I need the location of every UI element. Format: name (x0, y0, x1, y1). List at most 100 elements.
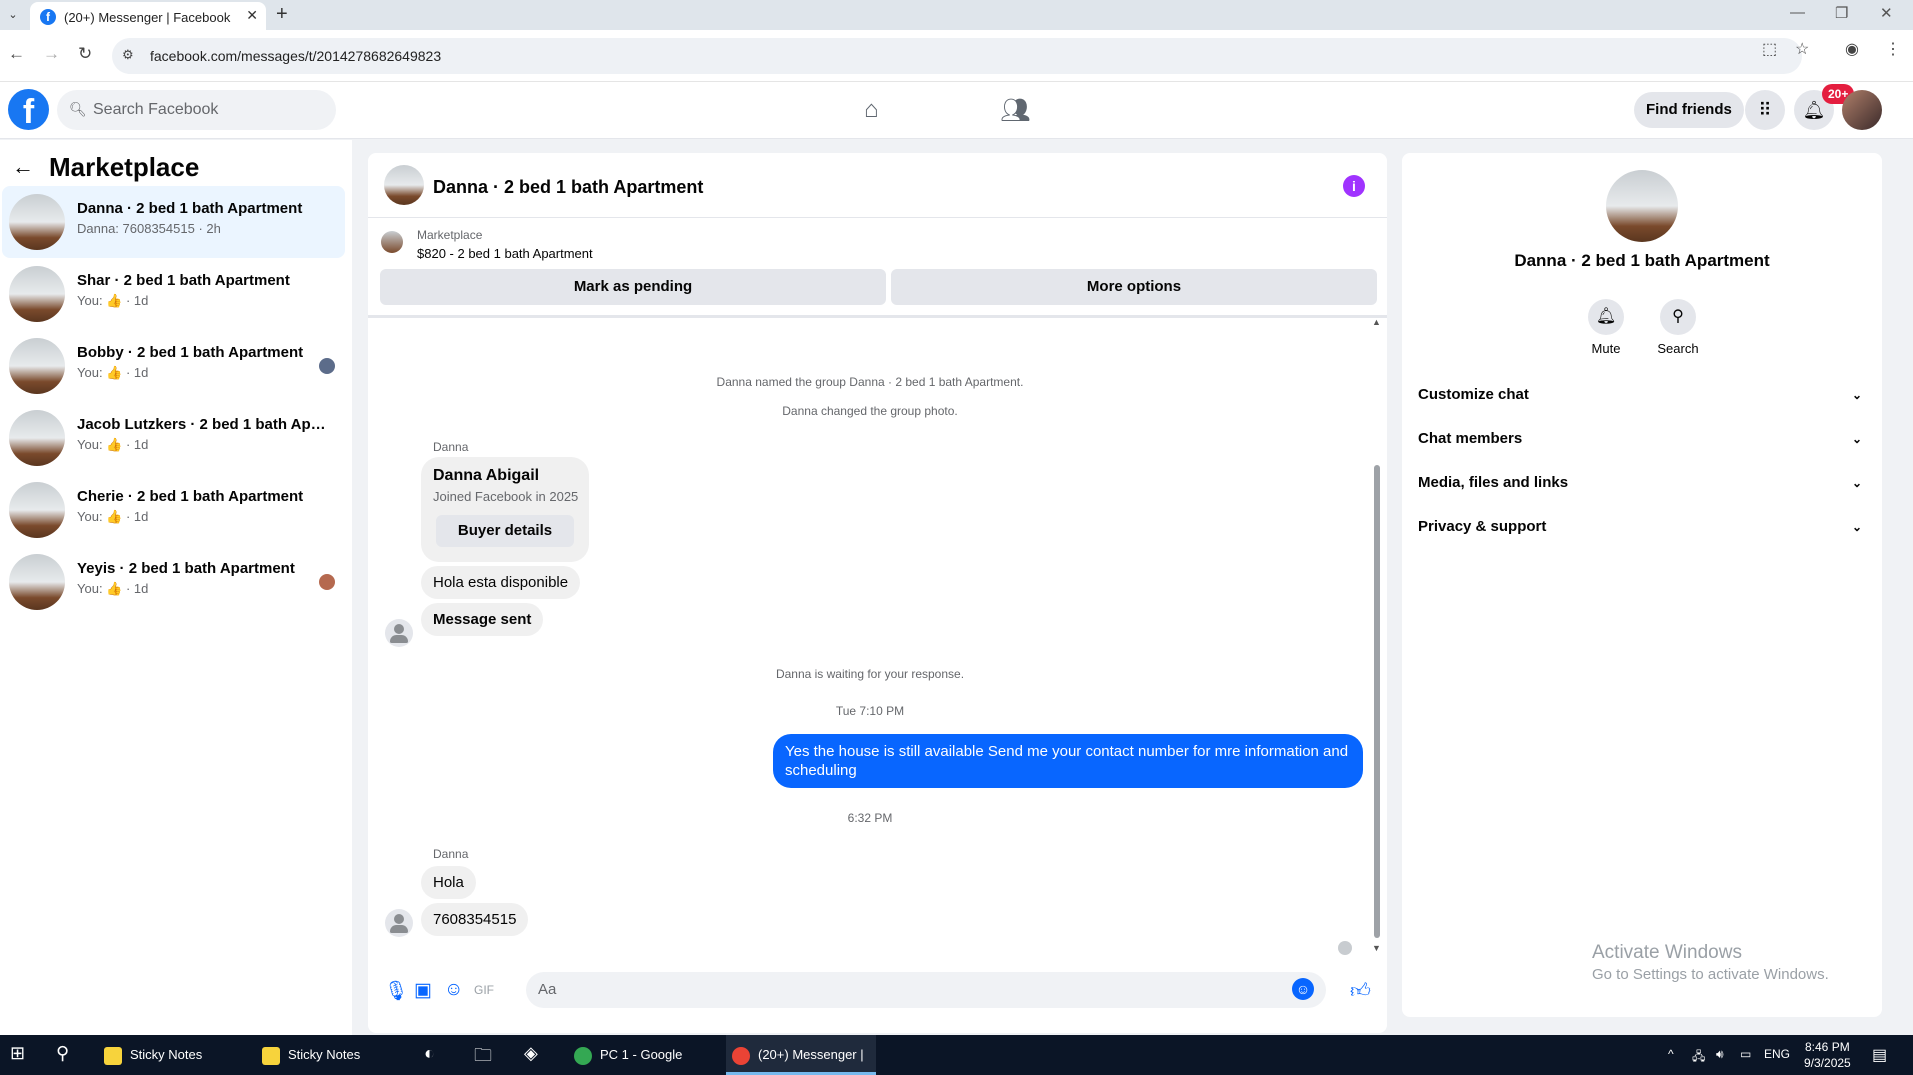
tray-chevron-icon[interactable]: ^ (1668, 1047, 1674, 1061)
chat-members-row[interactable]: Chat members ⌄ (1418, 421, 1866, 457)
site-info-icon[interactable]: ⚙ (122, 47, 134, 63)
row-label: Chat members (1418, 430, 1523, 447)
search-icon[interactable]: ⚲ (56, 1043, 69, 1064)
incoming-message[interactable]: 7608354515 (421, 903, 529, 936)
facebook-header: f 🔍︎ Search Facebook ⌂ 👥︎ Find friends ⠿… (0, 82, 1913, 139)
conversation-preview: You: 👍 · 1d (77, 365, 149, 380)
taskbar-app-label: Sticky Notes (288, 1047, 361, 1062)
taskbar-app[interactable]: Sticky Notes (254, 1035, 404, 1075)
sidebar-title: Marketplace (49, 152, 200, 182)
conversation-thumbnail (9, 338, 65, 394)
close-tab-icon[interactable]: ✕ (246, 7, 258, 24)
app-icon[interactable]: ◈ (524, 1043, 538, 1064)
emoji-icon[interactable]: ☺ (1292, 978, 1314, 1000)
find-friends-button[interactable]: Find friends (1634, 92, 1744, 128)
close-window-icon[interactable]: ✕ (1880, 4, 1893, 22)
conversation-item[interactable]: Cherie · 2 bed 1 bath Apartment You: 👍 ·… (2, 474, 345, 546)
network-icon[interactable]: 🖧︎ (1692, 1047, 1705, 1068)
privacy-support-row[interactable]: Privacy & support ⌄ (1418, 509, 1866, 545)
search-action[interactable]: ⚲ Search (1648, 299, 1708, 356)
divider (368, 217, 1387, 218)
incoming-message[interactable]: Hola (421, 866, 476, 899)
listing-thumbnail (381, 231, 403, 253)
marketplace-sidebar: ← Marketplace Danna · 2 bed 1 bath Apart… (0, 140, 352, 1035)
media-files-row[interactable]: Media, files and links ⌄ (1418, 465, 1866, 501)
tab-search-icon[interactable]: ⌄ (4, 6, 22, 24)
sticker-icon[interactable]: ☺ (444, 979, 463, 1001)
sender-avatar (385, 909, 413, 937)
conversation-item[interactable]: Danna · 2 bed 1 bath Apartment Danna: 76… (2, 186, 345, 258)
system-message: Danna is waiting for your response. (775, 667, 965, 681)
menu-kebab-icon[interactable]: ⋮ (1885, 39, 1901, 59)
profile-icon[interactable]: ◉ (1845, 39, 1859, 59)
search-placeholder: Search Facebook (93, 101, 219, 118)
gif-icon[interactable]: GIF (474, 983, 494, 997)
listing-price[interactable]: $820 - 2 bed 1 bath Apartment (417, 246, 593, 261)
seen-avatar (319, 574, 335, 590)
notifications-icon[interactable]: ▤ (1872, 1045, 1887, 1065)
scroll-up-icon[interactable]: ▲ (1372, 317, 1381, 327)
volume-icon[interactable]: 🔊︎ (1716, 1047, 1724, 1062)
message-placeholder: Aa (538, 981, 557, 998)
chat-thumbnail (384, 165, 424, 205)
system-message: Danna named the group Danna · 2 bed 1 ba… (716, 375, 1024, 389)
mute-action[interactable]: 🔔︎ Mute (1576, 299, 1636, 356)
more-options-button[interactable]: More options (891, 269, 1377, 305)
menu-grid-icon[interactable]: ⠿ (1745, 90, 1785, 130)
sticky-notes-icon (262, 1046, 280, 1065)
customize-chat-row[interactable]: Customize chat ⌄ (1418, 377, 1866, 413)
seen-avatar (319, 358, 335, 374)
account-avatar[interactable] (1842, 90, 1882, 130)
taskbar-app[interactable]: Sticky Notes (96, 1035, 246, 1075)
reload-icon[interactable]: ↻ (78, 44, 92, 64)
conversation-name: Yeyis · 2 bed 1 bath Apartment (77, 560, 295, 577)
info-icon[interactable]: i (1343, 175, 1365, 197)
row-label: Privacy & support (1418, 518, 1547, 535)
conversation-item[interactable]: Jacob Lutzkers · 2 bed 1 bath Apar... Yo… (2, 402, 345, 474)
restore-icon[interactable]: ❐ (1835, 4, 1848, 22)
conversation-item[interactable]: Bobby · 2 bed 1 bath Apartment You: 👍 · … (2, 330, 345, 402)
home-icon[interactable]: ⌂ (864, 96, 879, 124)
incoming-message[interactable]: Hola esta disponible (421, 566, 581, 599)
facebook-search-input[interactable]: 🔍︎ Search Facebook (57, 90, 336, 130)
conversation-name: Jacob Lutzkers · 2 bed 1 bath Apar... (77, 416, 327, 433)
taskbar-app[interactable]: (20+) Messenger | F... (726, 1035, 876, 1075)
conversation-thumbnail (9, 554, 65, 610)
windows-start-icon[interactable]: ⊞ (10, 1043, 25, 1064)
language-indicator[interactable]: ENG (1764, 1047, 1790, 1061)
taskbar-app[interactable]: PC 1 - Google Shee... (568, 1035, 718, 1075)
back-arrow-icon[interactable]: ← (12, 154, 34, 180)
new-tab-icon[interactable]: + (276, 3, 288, 26)
search-icon: 🔍︎ (69, 101, 87, 117)
chevron-down-icon: ⌄ (1851, 432, 1862, 446)
device-icon[interactable]: ▭ (1740, 1047, 1751, 1061)
minimize-icon[interactable]: — (1790, 4, 1805, 21)
group-name: Danna · 2 bed 1 bath Apartment (1514, 251, 1770, 270)
facebook-logo-icon[interactable]: f (8, 89, 49, 131)
back-icon[interactable]: ← (8, 44, 25, 64)
address-bar[interactable]: ⚙ facebook.com/messages/t/20142786826498… (112, 38, 1802, 74)
install-app-icon[interactable]: ⬚ (1762, 39, 1777, 59)
friends-icon[interactable]: 👥︎ (1000, 96, 1030, 125)
like-thumb-icon[interactable]: 👍︎ (1350, 979, 1371, 1003)
group-photo (1606, 170, 1678, 242)
photo-icon[interactable]: ▣ (414, 979, 432, 1002)
conversation-name: Bobby · 2 bed 1 bath Apartment (77, 344, 304, 361)
buyer-details-button[interactable]: Buyer details (436, 515, 574, 547)
conversation-item[interactable]: Shar · 2 bed 1 bath Apartment You: 👍 · 1… (2, 258, 345, 330)
conversation-item[interactable]: Yeyis · 2 bed 1 bath Apartment You: 👍 · … (2, 546, 345, 618)
chat-title[interactable]: Danna · 2 bed 1 bath Apartment (433, 177, 703, 198)
outgoing-message[interactable]: Yes the house is still available Send me… (773, 734, 1363, 788)
browser-tab[interactable]: f (20+) Messenger | Facebook ✕ (30, 2, 266, 32)
edge-browser-icon[interactable]: ◐ (424, 1043, 435, 1064)
system-clock[interactable]: 8:46 PM 9/3/2025 (1804, 1039, 1851, 1071)
microphone-icon[interactable]: 🎙︎ (384, 979, 408, 1003)
bookmark-star-icon[interactable]: ☆ (1795, 39, 1809, 59)
mark-as-pending-button[interactable]: Mark as pending (380, 269, 886, 305)
file-explorer-icon[interactable]: 🗀︎ (474, 1043, 492, 1073)
scroll-down-icon[interactable]: ▼ (1372, 943, 1381, 953)
forward-icon[interactable]: → (43, 44, 60, 64)
message-input[interactable]: Aa ☺ (526, 972, 1326, 1008)
incoming-message[interactable]: Message sent (421, 603, 544, 636)
scrollbar-thumb[interactable] (1374, 465, 1380, 938)
